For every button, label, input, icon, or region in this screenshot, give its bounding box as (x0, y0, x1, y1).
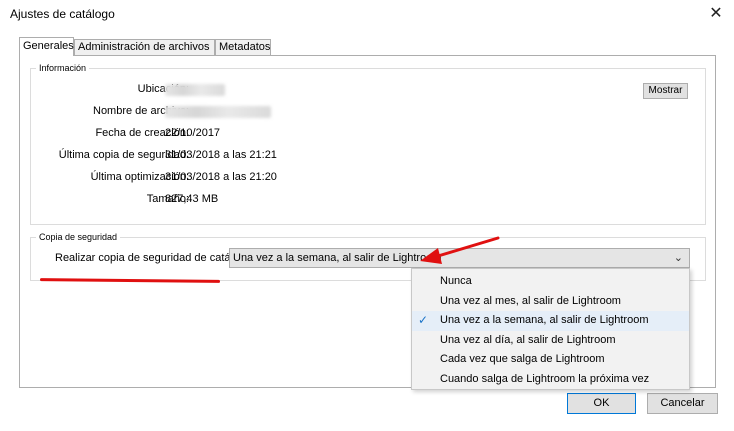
checkmark-icon: ✓ (418, 313, 429, 327)
created-value: 22/10/2017 (165, 127, 221, 139)
close-icon[interactable]: ✕ (704, 3, 728, 25)
info-row-last-optimization: Última optimización: 31/03/2018 a las 21… (31, 171, 705, 185)
title-bar: Ajustes de catálogo ✕ (0, 0, 734, 30)
backup-frequency-select[interactable]: Una vez a la semana, al salir de Lightro… (229, 248, 690, 268)
info-group: Información Ubicación: Nombre de archivo… (30, 63, 706, 225)
option-nunca[interactable]: Nunca (412, 272, 689, 292)
backup-frequency-label: Realizar copia de seguridad de catálogo: (55, 252, 255, 264)
filename-value-redacted (165, 105, 271, 121)
info-row-location: Ubicación: (31, 83, 705, 97)
backup-group-label: Copia de seguridad (36, 232, 121, 242)
info-row-created: Fecha de creación: 22/10/2017 (31, 127, 705, 141)
ok-button[interactable]: OK (567, 393, 636, 414)
option-weekly[interactable]: ✓ Una vez a la semana, al salir de Lightr… (412, 311, 689, 331)
option-every-exit[interactable]: Cada vez que salga de Lightroom (412, 350, 689, 370)
option-monthly[interactable]: Una vez al mes, al salir de Lightroom (412, 292, 689, 312)
chevron-down-icon[interactable]: ⌄ (674, 251, 683, 264)
last-backup-value: 31/03/2018 a las 21:21 (165, 149, 277, 161)
location-value-redacted (165, 83, 225, 99)
option-next-exit[interactable]: Cuando salga de Lightroom la próxima vez (412, 370, 689, 390)
backup-frequency-dropdown: Nunca Una vez al mes, al salir de Lightr… (411, 268, 690, 390)
show-button[interactable]: Mostrar (643, 83, 688, 99)
window-title: Ajustes de catálogo (10, 7, 115, 21)
last-optimization-value: 31/03/2018 a las 21:20 (165, 171, 277, 183)
tab-administracion-archivos[interactable]: Administración de archivos (74, 39, 215, 55)
info-row-filename: Nombre de archivo: (31, 105, 705, 119)
option-daily[interactable]: Una vez al día, al salir de Lightroom (412, 331, 689, 351)
info-group-label: Información (36, 63, 90, 73)
info-row-size: Tamaño: 827,43 MB (31, 193, 705, 207)
tab-metadatos[interactable]: Metadatos (215, 39, 271, 55)
size-value: 827,43 MB (165, 193, 219, 205)
info-row-last-backup: Última copia de seguridad: 31/03/2018 a … (31, 149, 705, 163)
catalog-settings-dialog: Ajustes de catálogo ✕ Generales Administ… (0, 0, 734, 431)
cancel-button[interactable]: Cancelar (647, 393, 718, 414)
tab-generales[interactable]: Generales (19, 37, 74, 56)
backup-frequency-selected: Una vez a la semana, al salir de Lightro… (233, 252, 442, 264)
